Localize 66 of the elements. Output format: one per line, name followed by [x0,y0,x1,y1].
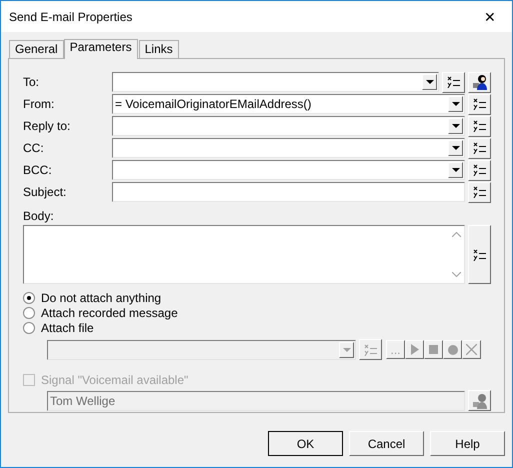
dropdown-button[interactable] [448,162,463,178]
variable-list-icon [472,248,486,260]
variable-list-icon [472,98,486,110]
window-title: Send E-mail Properties [9,10,132,24]
combo-box[interactable] [112,116,465,136]
caret-icon [426,80,434,84]
radio-label: Do not attach anything [41,291,162,305]
dialog-button[interactable]: OK [268,431,343,456]
record-button[interactable] [443,340,462,359]
variable-button[interactable] [442,72,465,92]
variable-button[interactable] [468,116,491,136]
tab[interactable]: Links [138,40,179,58]
tab[interactable]: General [9,40,64,58]
dropdown-button[interactable] [448,140,463,156]
dialog-button[interactable]: Cancel [349,431,424,456]
stop-button[interactable] [424,340,443,359]
tab[interactable]: Parameters [64,39,138,59]
caret-icon [452,124,460,128]
scroll-up-icon[interactable] [452,232,460,237]
close-button[interactable]: ✕ [468,8,512,24]
variable-button[interactable] [468,182,491,202]
field-label: Subject: [23,185,68,199]
caret-icon [342,348,350,352]
person-icon [472,74,488,90]
checkbox-label: Signal "Voicemail available" [41,373,188,387]
radio-label: Attach file [41,321,94,335]
field-label: CC: [23,141,45,155]
close-icon [466,344,477,355]
variable-list-icon [446,76,460,88]
caret-icon [452,146,460,150]
field-label: BCC: [23,163,53,177]
caret-icon [452,168,460,172]
field-label: Reply to: [23,119,72,133]
scroll-down-icon[interactable] [452,272,460,277]
person-icon [472,392,488,408]
caret-icon [452,102,460,106]
variable-button[interactable] [468,94,491,114]
input-field[interactable] [112,182,465,202]
combo-box[interactable]: = VoicemailOriginatorEMailAddress() [112,94,465,114]
dropdown-button[interactable] [448,96,463,112]
combo-box[interactable] [112,72,439,92]
contact-button[interactable] [468,72,491,92]
play-button[interactable] [405,340,424,359]
field-label: From: [23,97,56,111]
variable-list-icon [472,164,486,176]
play-icon [410,344,418,355]
combo-box[interactable] [112,138,465,158]
stop-icon [429,345,438,354]
field-label: Body: [23,209,55,225]
variable-button[interactable] [468,138,491,158]
radio-label: Attach recorded message [41,306,178,320]
variable-button[interactable] [468,160,491,180]
dropdown-button[interactable] [422,74,437,90]
delete-button[interactable] [462,340,481,359]
radio-button[interactable] [23,322,35,334]
dialog-button[interactable]: Help [430,431,505,456]
variable-list-icon [364,344,378,356]
record-icon [448,344,458,354]
dropdown-button[interactable] [448,118,463,134]
variable-list-icon [472,186,486,198]
radio-button[interactable] [23,292,35,304]
field-label: To: [23,75,40,89]
radio-button[interactable] [23,307,35,319]
variable-list-icon [472,120,486,132]
combo-box[interactable] [112,160,465,180]
variable-list-icon [472,142,486,154]
